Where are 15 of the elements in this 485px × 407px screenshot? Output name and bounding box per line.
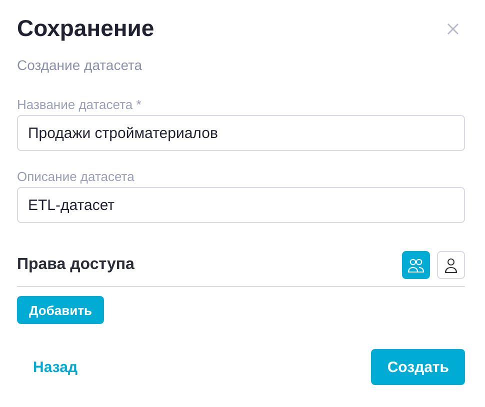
close-icon[interactable]: [447, 22, 459, 34]
dialog-subtitle: Создание датасета: [17, 57, 144, 73]
input-field[interactable]: Продажи стройматериалов: [17, 115, 465, 151]
group-toggle[interactable]: [402, 251, 430, 279]
section-title: Права доступа: [17, 256, 134, 274]
field-label: Название датасета *: [17, 97, 142, 112]
dialog-title: Сохранение: [17, 15, 154, 42]
add-button[interactable]: Добавить: [17, 296, 104, 324]
person-icon: [442, 256, 460, 274]
back-button[interactable]: Назад: [17, 349, 94, 385]
people-icon: [407, 256, 425, 274]
user-toggle[interactable]: [437, 251, 465, 279]
field-label: Описание датасета: [17, 169, 136, 184]
input-field[interactable]: ETL-датасет: [17, 187, 465, 223]
create-button[interactable]: Создать: [371, 349, 465, 385]
